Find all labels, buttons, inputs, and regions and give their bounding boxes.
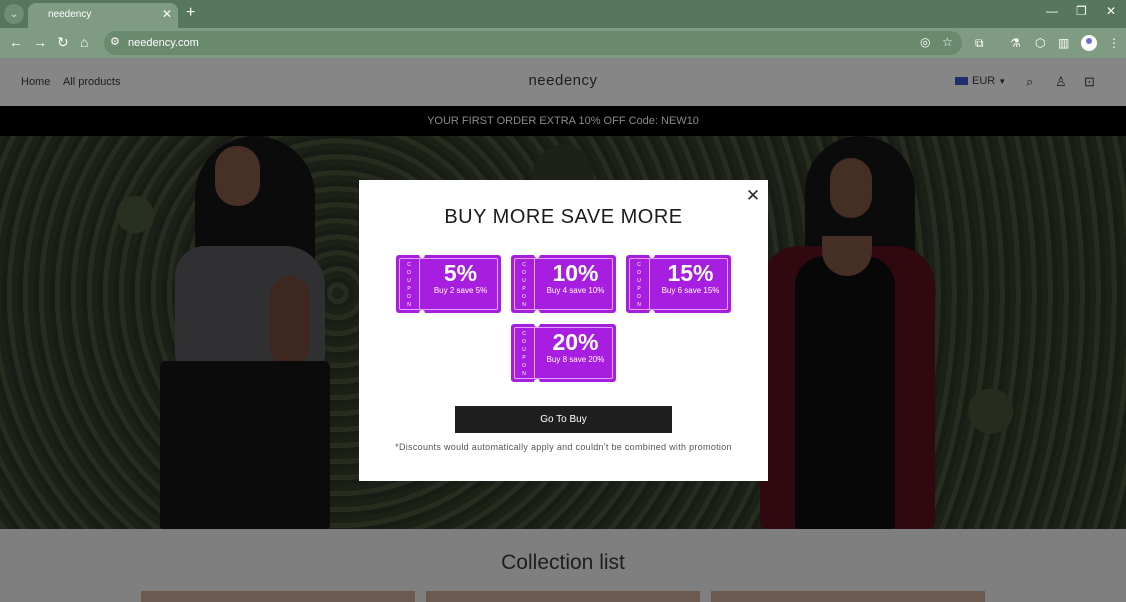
chevron-down-icon: ▼ bbox=[998, 76, 1007, 86]
collection-card[interactable] bbox=[426, 591, 700, 602]
coupon-description: Buy 8 save 20% bbox=[546, 355, 605, 364]
eu-flag-icon bbox=[955, 77, 968, 85]
menu-icon[interactable]: ⋮ bbox=[1108, 36, 1120, 50]
modal-title: BUY MORE SAVE MORE bbox=[444, 206, 683, 228]
back-icon[interactable]: ← bbox=[9, 34, 23, 50]
url-field[interactable]: ⚙ needency.com ◎ ☆ bbox=[104, 31, 962, 55]
profile-avatar-icon[interactable] bbox=[1081, 35, 1097, 51]
collection-section: Collection list bbox=[0, 529, 1126, 602]
tab-title: needency bbox=[48, 9, 92, 20]
coupon-description: Buy 2 save 5% bbox=[433, 286, 488, 295]
discount-disclaimer: *Discounts would automatically apply and… bbox=[395, 442, 732, 452]
browser-tab-bar: ⌄ needency ✕ + — ❐ ✕ bbox=[0, 0, 1126, 28]
forward-icon[interactable]: → bbox=[33, 34, 47, 50]
tab-search-icon[interactable]: ⌄ bbox=[4, 4, 24, 24]
coupon-word: COUPON bbox=[522, 262, 526, 308]
cart-icon[interactable]: ⊡ bbox=[1084, 74, 1095, 90]
collection-title: Collection list bbox=[501, 551, 625, 574]
currency-label: EUR bbox=[972, 75, 996, 87]
currency-selector[interactable]: EUR ▼ bbox=[955, 74, 1006, 88]
coupon-word: COUPON bbox=[637, 262, 641, 308]
go-to-buy-button[interactable]: Go To Buy bbox=[455, 406, 672, 433]
extensions-icon[interactable]: ⧉ bbox=[975, 36, 984, 51]
coupon-description: Buy 6 save 15% bbox=[661, 286, 720, 295]
coupon-10[interactable]: COUPON 10% Buy 4 save 10% bbox=[511, 252, 616, 316]
window-close-icon[interactable]: ✕ bbox=[1106, 4, 1116, 18]
promo-modal: ✕ BUY MORE SAVE MORE COUPON 5% Buy 2 sav… bbox=[359, 180, 768, 481]
coupon-word: COUPON bbox=[407, 262, 411, 308]
home-icon[interactable]: ⌂ bbox=[80, 34, 88, 50]
coupon-percent: 10% bbox=[552, 260, 599, 286]
bookmark-star-icon[interactable]: ☆ bbox=[942, 35, 953, 49]
minimize-icon[interactable]: — bbox=[1046, 4, 1058, 18]
reload-icon[interactable]: ↻ bbox=[57, 34, 69, 50]
announcement-text: YOUR FIRST ORDER EXTRA 10% OFF Code: NEW… bbox=[427, 115, 699, 127]
tab-close-icon[interactable]: ✕ bbox=[162, 7, 172, 21]
restore-icon[interactable]: ❐ bbox=[1076, 4, 1087, 18]
search-icon[interactable]: ⌕ bbox=[1026, 74, 1033, 90]
browser-tab[interactable]: needency ✕ bbox=[28, 3, 178, 28]
site-header: Home All products needency EUR ▼ ⌕ ♙ ⊡ bbox=[0, 58, 1126, 106]
site-info-icon[interactable]: ⚙ bbox=[110, 35, 120, 48]
coupon-percent: 20% bbox=[552, 329, 599, 355]
sidebar-icon[interactable]: ▥ bbox=[1058, 36, 1069, 50]
announcement-bar: YOUR FIRST ORDER EXTRA 10% OFF Code: NEW… bbox=[0, 106, 1126, 136]
url-text[interactable]: needency.com bbox=[128, 37, 199, 49]
labs-icon[interactable]: ⚗ bbox=[1010, 36, 1021, 50]
collection-card[interactable] bbox=[711, 591, 985, 602]
shield-icon[interactable]: ⬡ bbox=[1035, 36, 1045, 50]
coupon-15[interactable]: COUPON 15% Buy 6 save 15% bbox=[626, 252, 731, 316]
tracking-icon[interactable]: ◎ bbox=[920, 35, 930, 49]
coupon-percent: 5% bbox=[443, 260, 478, 286]
collection-card[interactable] bbox=[141, 591, 415, 602]
coupon-20[interactable]: COUPON 20% Buy 8 save 20% bbox=[511, 321, 616, 385]
new-tab-icon[interactable]: + bbox=[186, 4, 195, 22]
coupon-word: COUPON bbox=[522, 331, 526, 377]
close-icon[interactable]: ✕ bbox=[745, 187, 761, 204]
account-icon[interactable]: ♙ bbox=[1055, 74, 1067, 90]
coupon-percent: 15% bbox=[667, 260, 714, 286]
coupon-5[interactable]: COUPON 5% Buy 2 save 5% bbox=[396, 252, 501, 316]
address-bar: ← → ↻ ⌂ ⚙ needency.com ◎ ☆ ⧉ ⚗ ⬡ ▥ ⋮ bbox=[0, 28, 1126, 58]
coupon-description: Buy 4 save 10% bbox=[546, 286, 605, 295]
